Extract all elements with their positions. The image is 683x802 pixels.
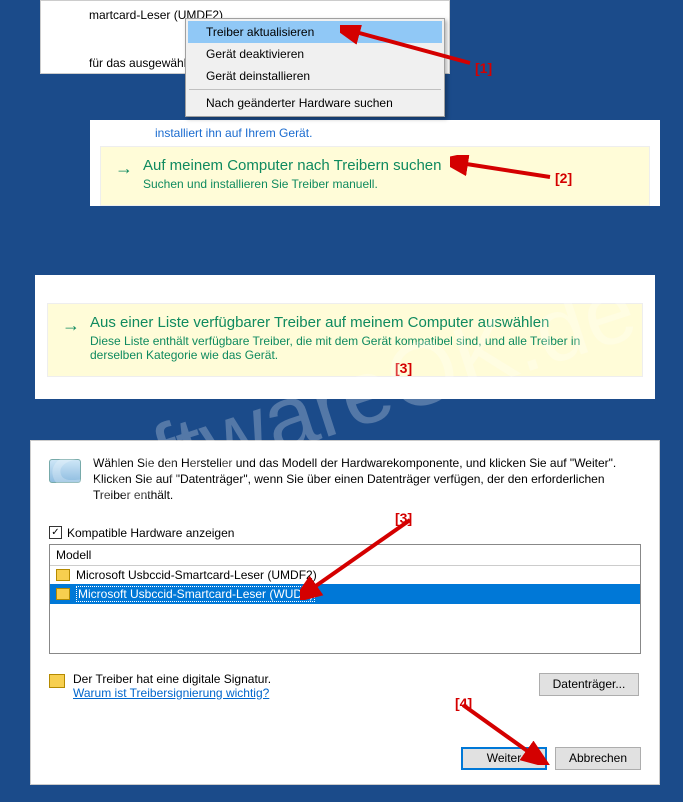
pick-from-list-panel: → Aus einer Liste verfügbarer Treiber au… <box>35 275 655 399</box>
menu-scan-hardware[interactable]: Nach geänderter Hardware suchen <box>188 92 442 114</box>
model-listbox[interactable]: Modell Microsoft Usbccid-Smartcard-Leser… <box>49 544 641 654</box>
compatible-hardware-label: Kompatible Hardware anzeigen <box>67 526 234 540</box>
menu-uninstall-device[interactable]: Gerät deinstallieren <box>188 65 442 87</box>
search-driver-panel: installiert ihn auf Ihrem Gerät. → Auf m… <box>90 120 660 206</box>
option-title: Auf meinem Computer nach Treibern suchen <box>143 157 441 174</box>
instructions-text: Wählen Sie den Hersteller und das Modell… <box>93 455 641 504</box>
model-item-wudf[interactable]: Microsoft Usbccid-Smartcard-Leser (WUDF) <box>50 584 640 604</box>
menu-update-driver[interactable]: Treiber aktualisieren <box>188 21 442 43</box>
compatible-hardware-checkbox[interactable]: ✓ <box>49 526 62 539</box>
driver-icon <box>56 588 70 600</box>
have-disk-button[interactable]: Datenträger... <box>539 673 639 696</box>
model-item-label: Microsoft Usbccid-Smartcard-Leser (WUDF) <box>76 586 315 602</box>
model-header: Modell <box>50 545 640 566</box>
panel2-toptext: installiert ihn auf Ihrem Gerät. <box>100 126 650 146</box>
signature-text: Der Treiber hat eine digitale Signatur. <box>73 672 271 686</box>
signature-link[interactable]: Warum ist Treibersignierung wichtig? <box>73 686 271 700</box>
disk-icon <box>49 459 81 483</box>
model-item-umdf2[interactable]: Microsoft Usbccid-Smartcard-Leser (UMDF2… <box>50 566 640 584</box>
menu-separator <box>189 89 441 90</box>
select-driver-dialog: Wählen Sie den Hersteller und das Modell… <box>30 440 660 785</box>
arrow-right-icon: → <box>115 159 133 191</box>
option-title: Aus einer Liste verfügbarer Treiber auf … <box>90 314 628 331</box>
option-desc: Diese Liste enthält verfügbare Treiber, … <box>90 334 628 362</box>
driver-icon <box>56 569 70 581</box>
option-desc: Suchen und installieren Sie Treiber manu… <box>143 177 441 191</box>
next-button[interactable]: Weiter <box>461 747 547 770</box>
model-item-label: Microsoft Usbccid-Smartcard-Leser (UMDF2… <box>76 568 317 582</box>
menu-disable-device[interactable]: Gerät deaktivieren <box>188 43 442 65</box>
cancel-button[interactable]: Abbrechen <box>555 747 641 770</box>
context-menu: Treiber aktualisieren Gerät deaktivieren… <box>185 18 445 117</box>
option-browse-computer[interactable]: → Auf meinem Computer nach Treibern such… <box>100 146 650 206</box>
signature-icon <box>49 674 65 688</box>
arrow-right-icon: → <box>62 316 80 362</box>
annotation-1: [1] <box>475 60 492 76</box>
option-pick-from-list[interactable]: → Aus einer Liste verfügbarer Treiber au… <box>47 303 643 377</box>
